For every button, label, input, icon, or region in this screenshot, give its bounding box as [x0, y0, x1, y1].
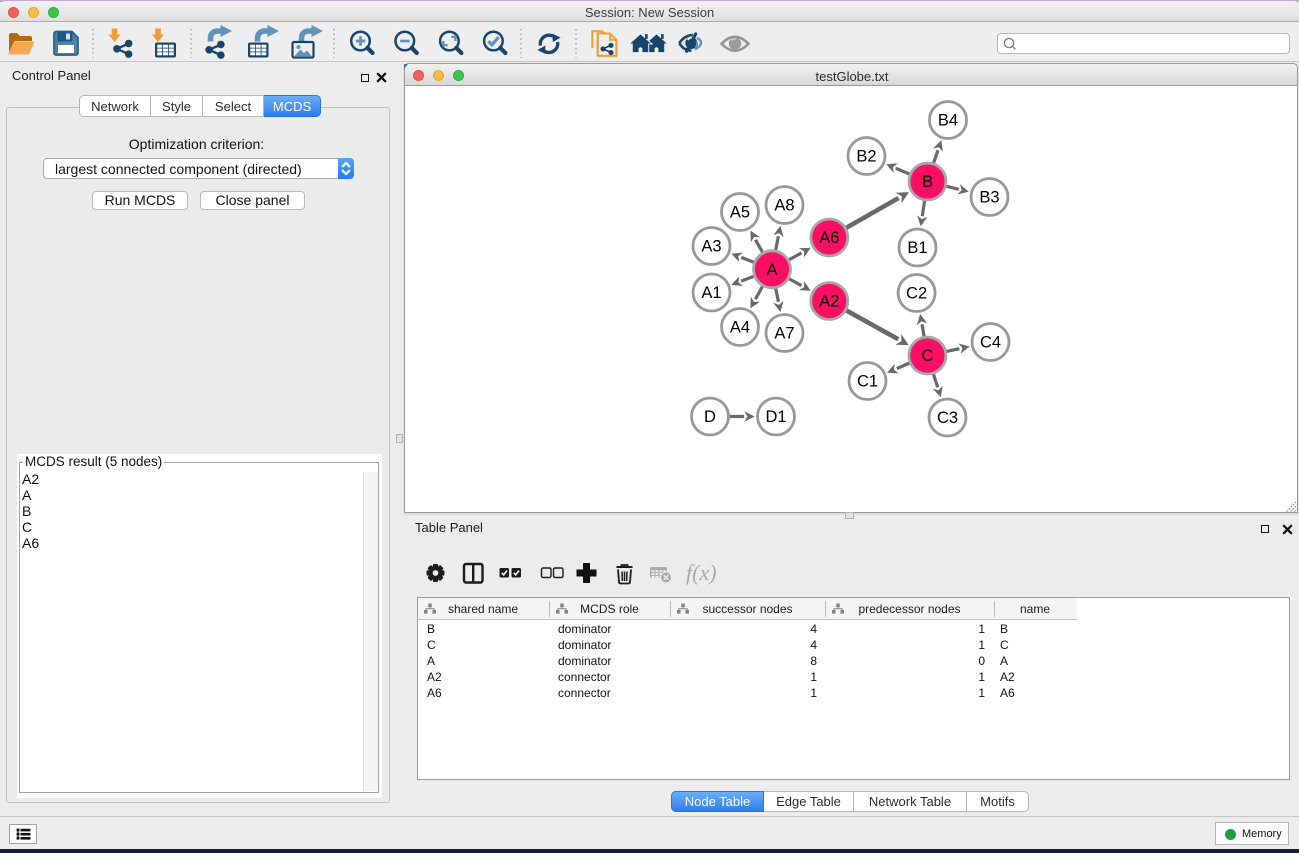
svg-text:B4: B4	[938, 112, 958, 130]
svg-text:B: B	[922, 173, 933, 191]
svg-text:C1: C1	[857, 373, 878, 391]
svg-text:D: D	[704, 408, 716, 426]
svg-text:A7: A7	[774, 325, 794, 343]
svg-text:f(x): f(x)	[686, 560, 717, 585]
svg-text:A6: A6	[819, 229, 839, 247]
svg-text:A2: A2	[819, 293, 839, 311]
svg-text:C2: C2	[906, 285, 927, 303]
svg-text:C: C	[921, 347, 933, 365]
svg-text:C4: C4	[980, 334, 1001, 352]
svg-text:B1: B1	[907, 239, 927, 257]
svg-text:A5: A5	[730, 204, 750, 222]
svg-text:C3: C3	[937, 409, 958, 427]
svg-text:A4: A4	[730, 319, 750, 337]
svg-text:A3: A3	[701, 238, 721, 256]
svg-text:A1: A1	[701, 284, 721, 302]
svg-text:B3: B3	[979, 189, 999, 207]
svg-text:A8: A8	[774, 197, 794, 215]
svg-text:A: A	[766, 261, 777, 279]
svg-text:B2: B2	[856, 148, 876, 166]
svg-text:D1: D1	[765, 408, 786, 426]
